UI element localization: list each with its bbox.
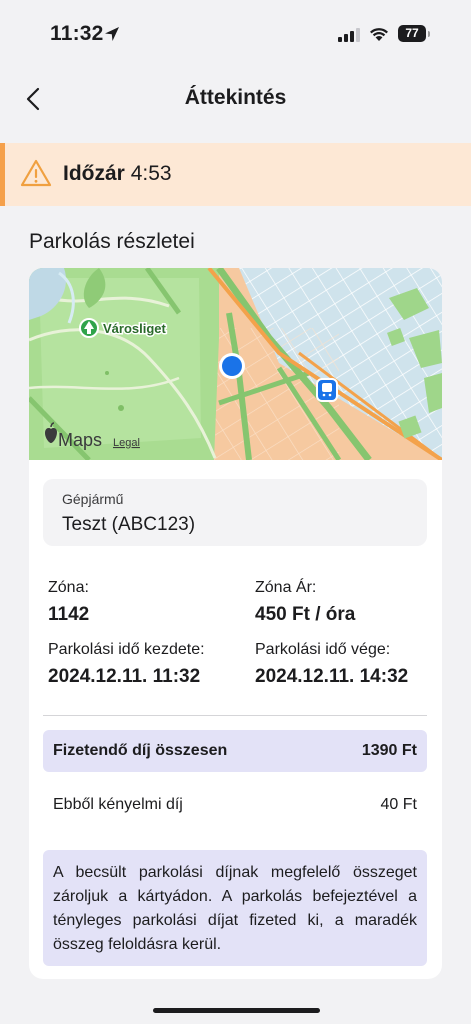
legal-link[interactable]: Legal — [113, 437, 140, 449]
zone-label: Zóna: — [48, 579, 89, 596]
timer-text: Időzár 4:53 — [63, 162, 172, 186]
status-time: 11:32 — [50, 22, 104, 45]
total-fee-row: Fizetendő díj összesen 1390 Ft — [43, 730, 427, 772]
navigation-bar: Áttekintés — [0, 70, 471, 128]
start-label: Parkolási idő kezdete: — [48, 641, 205, 658]
home-indicator[interactable] — [153, 1008, 320, 1013]
battery-tip — [428, 31, 430, 37]
warning-icon — [20, 159, 52, 187]
section-title: Parkolás részletei — [29, 230, 195, 253]
battery-level: 77 — [398, 25, 426, 42]
maps-brand: Maps — [58, 430, 102, 450]
parking-details-card: Városliget Maps Legal Gépjármű Teszt (AB… — [29, 268, 442, 979]
divider — [43, 715, 427, 716]
convenience-fee-value: 40 Ft — [380, 796, 417, 813]
start-value: 2024.12.11. 11:32 — [48, 666, 201, 687]
cellular-signal-icon — [338, 28, 360, 42]
parking-map[interactable]: Városliget Maps Legal — [29, 268, 442, 460]
zone-price-label: Zóna Ár: — [255, 579, 317, 596]
convenience-fee-label: Ebből kényelmi díj — [53, 796, 183, 813]
zone-price-value: 450 Ft / óra — [255, 604, 356, 625]
end-value: 2024.12.11. 14:32 — [255, 666, 409, 687]
battery-icon: 77 — [398, 25, 430, 42]
total-fee-value: 1390 Ft — [361, 742, 417, 759]
hold-notice-text: A becsült parkolási díjnak megfelelő öss… — [53, 864, 417, 953]
map-place-label: Városliget — [103, 321, 167, 336]
zone-value: 1142 — [48, 604, 90, 625]
wifi-icon — [370, 28, 388, 41]
status-bar: 11:32 77 — [0, 0, 471, 70]
timer-label: Időzár — [63, 162, 125, 185]
hold-notice: A becsült parkolási díjnak megfelelő öss… — [43, 850, 427, 966]
timer-banner: Időzár 4:53 — [0, 143, 471, 206]
current-location-dot — [222, 356, 242, 376]
vehicle-value: Teszt (ABC123) — [62, 514, 196, 535]
vehicle-box: Gépjármű Teszt (ABC123) — [43, 479, 427, 546]
location-arrow-icon — [105, 27, 119, 41]
end-label: Parkolási idő vége: — [255, 641, 391, 658]
page-title: Áttekintés — [184, 86, 287, 109]
timer-value: 4:53 — [130, 162, 172, 185]
vehicle-label: Gépjármű — [62, 491, 124, 507]
total-fee-label: Fizetendő díj összesen — [53, 742, 228, 759]
